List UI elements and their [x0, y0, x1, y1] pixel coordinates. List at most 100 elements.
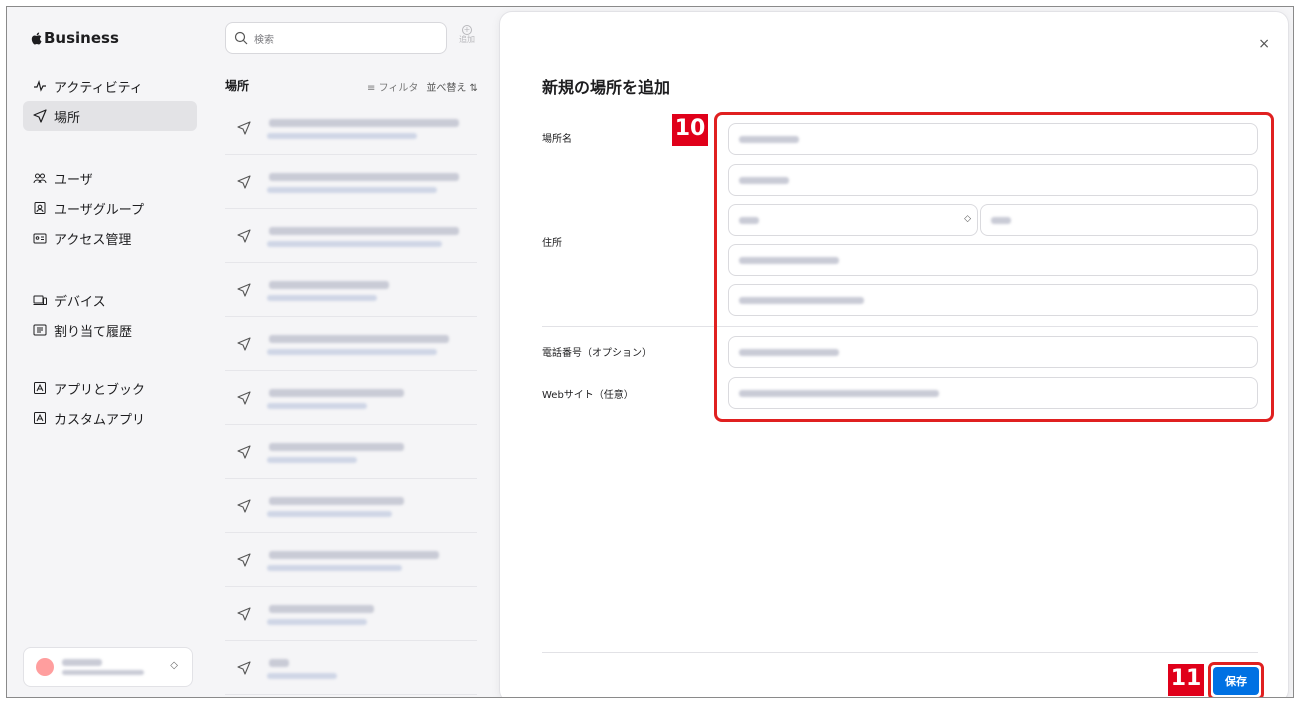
- activity-icon: [34, 80, 46, 92]
- list-item[interactable]: [225, 533, 477, 587]
- name-label: 場所名: [542, 134, 572, 145]
- search-placeholder: 検索: [254, 34, 274, 46]
- location-icon: [237, 661, 251, 675]
- users-icon: [33, 173, 47, 184]
- list-item[interactable]: [225, 587, 477, 641]
- footer-divider: [542, 652, 1258, 653]
- nav-group-apps: アプリとブック カスタムアプリ: [23, 373, 197, 433]
- location-icon: [237, 175, 251, 189]
- locations-list-panel: 検索 + 追加 場所 ≡ フィルタ 並べ替え ⇅: [207, 7, 497, 697]
- list-item-subtitle-redacted: [267, 619, 367, 625]
- annotation-badge: 10: [672, 114, 708, 146]
- list-item-title-redacted: [269, 227, 459, 235]
- search-input[interactable]: 検索: [225, 22, 447, 54]
- list-item-subtitle-redacted: [267, 187, 437, 193]
- save-button[interactable]: 保存: [1213, 667, 1259, 695]
- list-item-title-redacted: [269, 551, 439, 559]
- list-item-title-redacted: [269, 281, 389, 289]
- address-label: 住所: [542, 238, 562, 249]
- search-icon: [234, 31, 248, 45]
- locations-list: [225, 101, 477, 695]
- list-item[interactable]: [225, 263, 477, 317]
- location-icon: [237, 499, 251, 513]
- history-icon: [33, 324, 47, 336]
- website-label: Webサイト（任意）: [542, 390, 634, 401]
- list-item-title-redacted: [269, 443, 404, 451]
- location-icon: [237, 391, 251, 405]
- sidebar-item-access[interactable]: アクセス管理: [23, 223, 197, 253]
- list-item[interactable]: [225, 371, 477, 425]
- list-item[interactable]: [225, 425, 477, 479]
- filter-button[interactable]: ≡ フィルタ: [367, 79, 418, 94]
- sidebar-item-label: 場所: [54, 110, 81, 126]
- list-item-subtitle-redacted: [267, 673, 337, 679]
- list-item-subtitle-redacted: [267, 133, 417, 139]
- dialog-title: 新規の場所を追加: [542, 78, 671, 97]
- close-button[interactable]: ×: [1258, 36, 1270, 52]
- list-item[interactable]: [225, 101, 477, 155]
- sidebar-item-custom-apps[interactable]: カスタムアプリ: [23, 403, 197, 433]
- annotation-highlight-save: 保存: [1208, 662, 1264, 697]
- custom-apps-icon: [34, 412, 46, 424]
- app-window: Business アクティビティ 場所 ユーザ ユーザグループ アクセス管理 デ…: [6, 6, 1294, 698]
- sidebar-item-label: デバイス: [54, 294, 106, 310]
- account-name-redacted: [62, 659, 102, 666]
- add-location-dialog: × 新規の場所を追加 場所名 住所 電話番号（オプション） Webサイト（任意）…: [500, 12, 1288, 697]
- sidebar-item-user-groups[interactable]: ユーザグループ: [23, 193, 197, 223]
- list-item-title-redacted: [269, 497, 404, 505]
- list-item[interactable]: [225, 155, 477, 209]
- add-label: 追加: [459, 35, 475, 44]
- account-switcher[interactable]: ◇: [23, 647, 193, 687]
- sidebar-item-label: ユーザ: [54, 172, 93, 188]
- sort-button[interactable]: 並べ替え ⇅: [426, 79, 478, 94]
- location-icon: [237, 607, 251, 621]
- brand-logo: Business: [31, 29, 119, 47]
- list-item-title-redacted: [269, 389, 404, 397]
- plus-icon: +: [462, 25, 472, 35]
- apple-logo-icon: [31, 32, 42, 45]
- list-item-subtitle-redacted: [267, 349, 437, 355]
- location-icon: [237, 553, 251, 567]
- phone-label: 電話番号（オプション）: [542, 348, 652, 359]
- sidebar-item-devices[interactable]: デバイス: [23, 285, 197, 315]
- nav-group-main: アクティビティ 場所: [23, 71, 197, 131]
- list-item-subtitle-redacted: [267, 295, 377, 301]
- sidebar-item-activity[interactable]: アクティビティ: [23, 71, 197, 101]
- list-item-title-redacted: [269, 659, 289, 667]
- sidebar-item-history[interactable]: 割り当て履歴: [23, 315, 197, 345]
- list-controls: ≡ フィルタ 並べ替え ⇅: [367, 79, 478, 94]
- account-detail-redacted: [62, 670, 144, 675]
- sidebar-item-apps-books[interactable]: アプリとブック: [23, 373, 197, 403]
- sidebar-item-locations[interactable]: 場所: [23, 101, 197, 131]
- chevron-updown-icon: ◇: [170, 660, 178, 671]
- sidebar-item-label: ユーザグループ: [54, 202, 144, 218]
- list-item-subtitle-redacted: [267, 403, 367, 409]
- list-item-subtitle-redacted: [267, 241, 442, 247]
- list-item[interactable]: [225, 479, 477, 533]
- list-title: 場所: [225, 79, 250, 93]
- location-icon: [237, 229, 251, 243]
- location-icon: [237, 121, 251, 135]
- list-item-subtitle-redacted: [267, 565, 402, 571]
- id-card-icon: [33, 233, 47, 244]
- list-item-subtitle-redacted: [267, 511, 392, 517]
- list-item-title-redacted: [269, 173, 459, 181]
- filter-label: フィルタ: [378, 83, 419, 94]
- sidebar-item-label: アプリとブック: [54, 382, 146, 398]
- list-item[interactable]: [225, 209, 477, 263]
- list-item[interactable]: [225, 317, 477, 371]
- nav-group-users: ユーザ ユーザグループ アクセス管理: [23, 163, 197, 253]
- sidebar-item-users[interactable]: ユーザ: [23, 163, 197, 193]
- sidebar-item-label: カスタムアプリ: [54, 412, 146, 428]
- sidebar: Business アクティビティ 場所 ユーザ ユーザグループ アクセス管理 デ…: [7, 7, 207, 697]
- sidebar-item-label: アクティビティ: [54, 80, 143, 96]
- devices-icon: [33, 295, 47, 305]
- brand-name: Business: [44, 29, 119, 47]
- location-icon: [237, 337, 251, 351]
- add-location-button[interactable]: + 追加: [457, 25, 477, 44]
- location-icon: [237, 283, 251, 297]
- annotation-highlight-fields: [714, 112, 1274, 422]
- list-item-subtitle-redacted: [267, 457, 357, 463]
- list-item[interactable]: [225, 641, 477, 695]
- location-icon: [237, 445, 251, 459]
